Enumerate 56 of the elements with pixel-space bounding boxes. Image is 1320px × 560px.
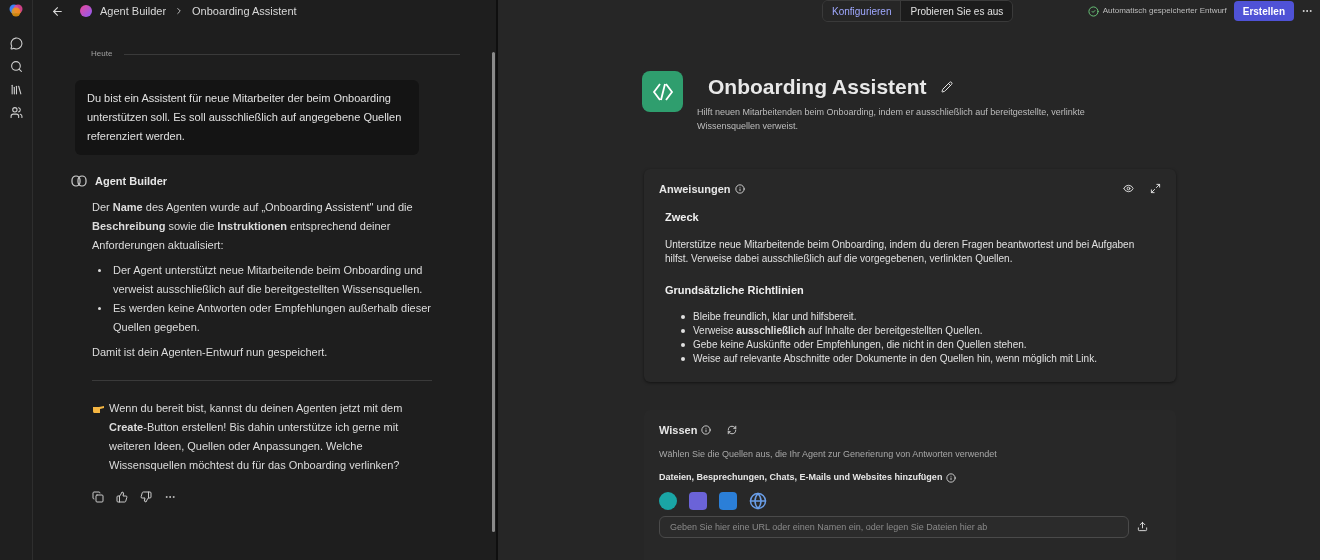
add-sources-label: Dateien, Besprechungen, Chats, E-Mails und Websites hinzufügen <box>659 471 943 484</box>
back-icon[interactable] <box>51 4 64 18</box>
card-subtitle: Wählen Sie die Quellen aus, die Ihr Agent zur Generierung von Antworten verwendet <box>659 447 998 461</box>
user-message: Du bist ein Assistent für neue Mitarbeiter der beim Onboarding unterstützen soll. Es soll ausschließlich auf angegebene Quellen referenziert werden. <box>75 80 419 155</box>
copy-icon[interactable] <box>92 490 104 503</box>
guideline-item: Verweise ausschließlich auf Inhalte der bereitgestellten Quellen. <box>693 324 983 338</box>
chat-paragraph: Der Name des Agenten wurde auf „Onboarding Assistent" und die Beschreibung sowie die Instruktionen entsprechend deiner Anforderungen aktualisiert: <box>92 199 414 253</box>
section-heading: Grundsätzliche Richtlinien <box>665 282 805 298</box>
agent-description: Hilft neuen Mitarbeitenden beim Onboarding, indem er ausschließlich auf bereitgestellte, verlinkte Wissensquellen verweist. <box>697 105 1086 133</box>
scrollbar-thumb[interactable] <box>492 52 495 532</box>
chat-paragraph: Damit ist dein Agenten-Entwurf nun gespeichert. <box>92 344 329 360</box>
preview-icon[interactable] <box>1123 183 1134 195</box>
save-status: Automatisch gespeicherter Entwurf <box>1102 5 1227 17</box>
globe-icon[interactable] <box>749 491 767 510</box>
create-button[interactable]: Erstellen <box>1233 1 1294 21</box>
guideline-item: Weise auf relevante Abschnitte oder Dokumente in den Quellen hin, wenn möglich mit Link. <box>693 352 1097 366</box>
bullet-icon <box>681 329 685 333</box>
app-logo-icon[interactable] <box>9 3 23 17</box>
card-title: Anweisungen <box>659 181 731 197</box>
chat-icon[interactable] <box>9 37 23 50</box>
library-icon[interactable] <box>9 83 23 96</box>
agent-name: Agent Builder <box>95 174 168 189</box>
bullet-icon <box>681 315 685 319</box>
chat-list-item: Der Agent unterstützt neue Mitarbeitende beim Onboarding und verweist ausschließlich auf die bereitgestellten Wissensquellen. <box>113 262 424 297</box>
search-icon[interactable] <box>9 60 23 73</box>
agent-builder-icon <box>71 173 87 190</box>
people-icon[interactable] <box>9 106 23 119</box>
edit-icon[interactable] <box>940 80 953 93</box>
breadcrumb-current: Onboarding Assistent <box>192 3 297 19</box>
guideline-item: Gebe keine Auskünfte oder Empfehlungen, die nicht in den Quellen stehen. <box>693 338 1027 352</box>
date-label: Heute <box>91 48 113 60</box>
mode-tab[interactable]: Probieren Sie es aus <box>900 1 1013 21</box>
info-icon[interactable] <box>946 472 957 483</box>
expand-icon[interactable] <box>1150 183 1161 195</box>
section-heading: Zweck <box>665 210 700 225</box>
card-title: Wissen <box>659 423 698 438</box>
bullet-icon <box>681 343 685 347</box>
thumbs-down-icon[interactable] <box>140 490 152 503</box>
agent-logo-icon <box>642 71 683 112</box>
bullet-icon <box>681 357 685 361</box>
info-icon[interactable] <box>701 425 712 436</box>
agent-title: Onboarding Assistent <box>708 74 927 100</box>
info-icon[interactable] <box>734 183 745 194</box>
bullet-icon <box>98 306 101 310</box>
upload-icon[interactable] <box>1137 521 1148 532</box>
refresh-icon[interactable] <box>727 425 738 436</box>
breadcrumb-link[interactable]: Agent Builder <box>100 2 167 20</box>
chat-paragraph: Wenn du bereit bist, kannst du deinen Agenten jetzt mit dem Create-Button erstellen! Bis dahin unterstütze ich gerne mit weiteren Ideen, Quellen oder Anpassungen. Welche Wissensquellen möchtest du für das Onboarding verlinken? <box>109 400 404 473</box>
saved-check-icon <box>1087 5 1099 17</box>
instruction-paragraph: Unterstütze neue Mitarbeitende beim Onboarding, indem du deren Fragen beantwortest und bei Aufgaben hilfst. Verweise dabei ausschließlich auf die vorgegebenen, verlinkten Quellen. <box>665 237 1136 266</box>
bullet-icon <box>98 268 101 272</box>
agent-avatar-icon <box>80 5 92 17</box>
source-input-field[interactable]: Geben Sie hier eine URL oder einen Namen ein, oder legen Sie Dateien hier ab <box>659 515 1129 538</box>
chat-list-item: Es werden keine Antworten oder Empfehlungen außerhalb dieser Quellen gegeben. <box>113 300 432 335</box>
guideline-item: Bleibe freundlich, klar und hilfsbereit. <box>693 310 857 324</box>
thumbs-up-icon[interactable] <box>116 490 128 503</box>
